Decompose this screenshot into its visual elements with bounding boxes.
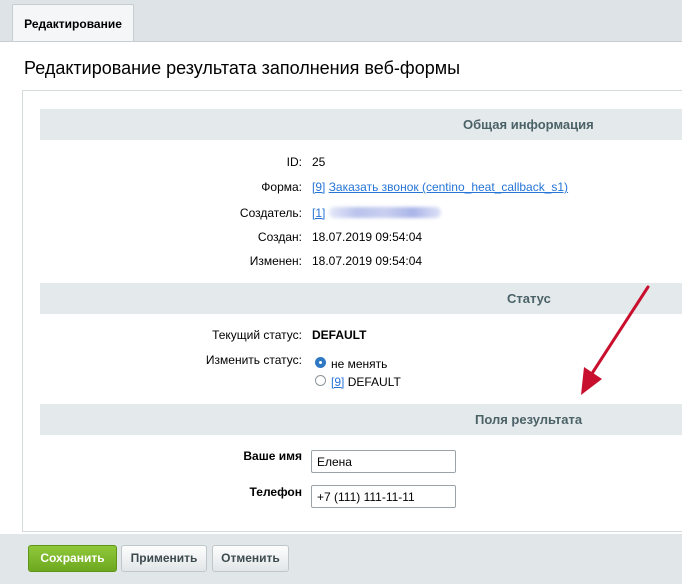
- section-title-status: Статус: [507, 291, 551, 306]
- redacted-creator-name: [329, 207, 442, 218]
- current-status-label: Текущий статус:: [212, 328, 302, 342]
- cancel-button[interactable]: Отменить: [212, 545, 289, 572]
- save-button[interactable]: Сохранить: [28, 545, 117, 572]
- page-title: Редактирование результата заполнения веб…: [24, 58, 461, 78]
- status-default-id-link[interactable]: [9]: [331, 375, 344, 389]
- modified-label: Изменен:: [249, 254, 302, 268]
- phone-input[interactable]: [311, 485, 456, 508]
- name-input[interactable]: [311, 450, 456, 473]
- form-label: Форма:: [261, 180, 302, 194]
- id-label: ID:: [286, 155, 302, 169]
- change-status-label: Изменить статус:: [205, 353, 302, 367]
- creator-label: Создатель:: [239, 206, 302, 220]
- form-value: [9] Заказать звонок (centino_heat_callba…: [312, 180, 568, 194]
- modified-value: 18.07.2019 09:54:04: [312, 254, 423, 268]
- phone-field-label: Телефон: [249, 485, 302, 499]
- creator-id-link[interactable]: [1]: [312, 206, 325, 220]
- radio-no-change[interactable]: [315, 357, 326, 368]
- section-title-general: Общая информация: [463, 117, 594, 132]
- form-name-link[interactable]: Заказать звонок (centino_heat_callback_s…: [329, 180, 568, 194]
- name-field-label: Ваше имя: [243, 449, 302, 463]
- current-status-value: DEFAULT: [312, 328, 367, 342]
- section-header-result-fields: Поля результата: [40, 404, 682, 435]
- form-id-link[interactable]: [9]: [312, 180, 325, 194]
- section-header-general: Общая информация: [40, 109, 682, 140]
- id-value: 25: [312, 155, 326, 169]
- radio-default-label: [9] DEFAULT: [331, 375, 401, 389]
- section-title-result-fields: Поля результата: [475, 412, 583, 427]
- annotation-arrow-icon: [581, 285, 650, 395]
- status-default-name: DEFAULT: [347, 375, 401, 389]
- created-value: 18.07.2019 09:54:04: [312, 230, 423, 244]
- radio-no-change-label: не менять: [331, 357, 388, 371]
- radio-default[interactable]: [315, 375, 326, 386]
- tab-edit[interactable]: Редактирование: [12, 4, 134, 42]
- creator-value: [1]: [312, 206, 442, 220]
- apply-button[interactable]: Применить: [121, 545, 207, 572]
- created-label: Создан:: [257, 230, 302, 244]
